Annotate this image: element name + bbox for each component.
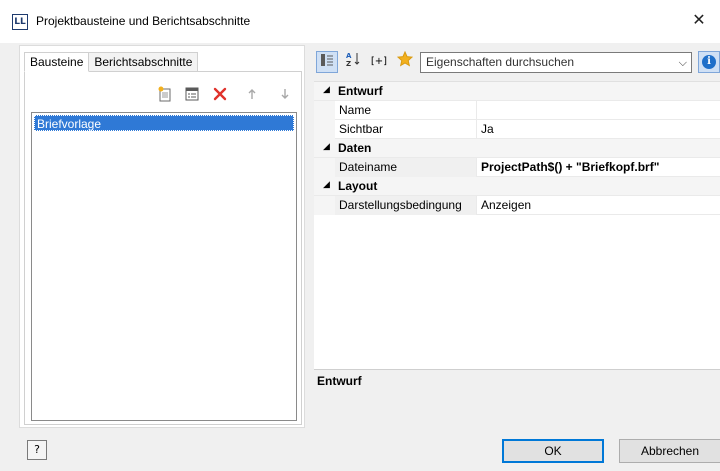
arrow-up-icon[interactable]	[243, 86, 261, 104]
collapse-icon[interactable]: ◢	[323, 142, 330, 152]
category-label: Entwurf	[338, 84, 383, 98]
row-gutter	[314, 120, 335, 139]
new-icon[interactable]	[156, 86, 174, 104]
categorized-view-icon[interactable]	[316, 51, 338, 73]
properties-icon[interactable]	[183, 86, 201, 104]
tab-berichtsabschnitte[interactable]: Berichtsabschnitte	[88, 52, 199, 72]
app-icon: LL	[12, 14, 28, 30]
property-search-input[interactable]: Eigenschaften durchsuchen ⌵	[420, 52, 692, 73]
property-name: Darstellungsbedingung	[339, 198, 462, 212]
property-row-darstellungsbedingung[interactable]: Darstellungsbedingung Anzeigen	[314, 196, 720, 215]
info-icon: i	[702, 55, 716, 69]
row-gutter	[314, 196, 335, 215]
category-entwurf[interactable]: ◢ Entwurf	[314, 82, 720, 101]
tab-body: Briefvorlage	[24, 71, 302, 425]
property-name: Sichtbar	[339, 122, 384, 136]
tab-bar: Bausteine Berichtsabschnitte	[24, 52, 199, 72]
description-title: Entwurf	[317, 374, 362, 388]
collapse-icon[interactable]: ◢	[323, 85, 330, 95]
row-gutter	[314, 101, 335, 120]
property-panel: AZ [+] Eigenschaften durchsuchen ⌵ i ◢ E…	[314, 45, 720, 428]
property-grid: ◢ Entwurf Name Sichtbar Ja ◢ Daten Datei…	[314, 81, 720, 370]
title-bar: LL Projektbausteine und Berichtsabschnit…	[0, 0, 720, 43]
module-list[interactable]: Briefvorlage	[31, 112, 297, 421]
category-label: Layout	[338, 179, 378, 193]
property-name: Dateiname	[339, 160, 398, 174]
cancel-button[interactable]: Abbrechen	[619, 439, 720, 463]
expand-all-icon[interactable]: [+]	[368, 51, 390, 73]
sort-alphabetical-icon[interactable]: AZ	[342, 51, 364, 73]
column-divider	[476, 158, 477, 177]
delete-icon[interactable]	[211, 86, 229, 104]
info-button[interactable]: i	[698, 51, 720, 73]
help-button[interactable]: ?	[27, 440, 47, 460]
row-gutter	[314, 158, 335, 177]
list-item-briefvorlage[interactable]: Briefvorlage	[34, 115, 294, 131]
category-layout[interactable]: ◢ Layout	[314, 177, 720, 196]
left-panel: Bausteine Berichtsabschnitte Briefvorlag…	[19, 45, 305, 428]
description-pane: Entwurf	[314, 369, 720, 428]
svg-text:Z: Z	[346, 60, 351, 67]
chevron-down-icon[interactable]: ⌵	[679, 53, 687, 72]
tab-bausteine[interactable]: Bausteine	[24, 52, 90, 72]
column-divider	[476, 101, 477, 120]
arrow-down-icon[interactable]	[276, 86, 294, 104]
star-icon[interactable]	[394, 50, 416, 73]
category-daten[interactable]: ◢ Daten	[314, 139, 720, 158]
property-row-dateiname[interactable]: Dateiname ProjectPath$() + "Briefkopf.br…	[314, 158, 720, 177]
search-placeholder: Eigenschaften durchsuchen	[426, 55, 575, 69]
property-value[interactable]: Anzeigen	[481, 198, 531, 212]
svg-text:A: A	[346, 52, 352, 60]
collapse-icon[interactable]: ◢	[323, 180, 330, 190]
property-row-sichtbar[interactable]: Sichtbar Ja	[314, 120, 720, 139]
property-name: Name	[339, 103, 372, 117]
property-toolbar: AZ [+] Eigenschaften durchsuchen ⌵ i	[314, 50, 720, 74]
window-title: Projektbausteine und Berichtsabschnitte	[36, 14, 251, 28]
column-divider	[476, 120, 477, 139]
ok-button[interactable]: OK	[502, 439, 604, 463]
column-divider	[476, 196, 477, 215]
property-row-name[interactable]: Name	[314, 101, 720, 120]
property-value[interactable]: Ja	[481, 122, 494, 136]
category-label: Daten	[338, 141, 372, 155]
close-icon[interactable]: ✕	[688, 9, 710, 31]
property-value[interactable]: ProjectPath$() + "Briefkopf.brf"	[481, 160, 659, 174]
